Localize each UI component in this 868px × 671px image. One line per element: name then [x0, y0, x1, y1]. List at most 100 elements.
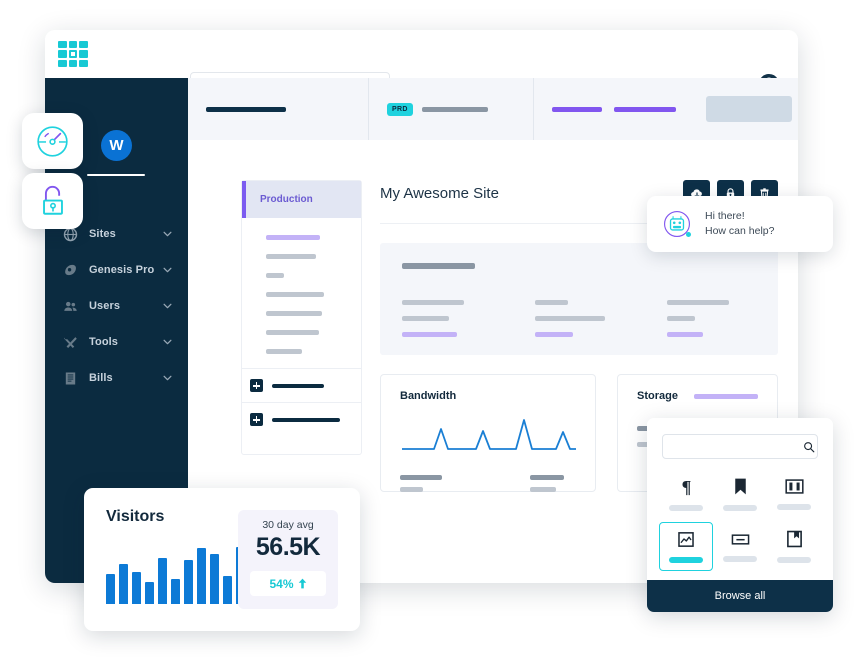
workspace-avatar[interactable]: W — [101, 130, 132, 161]
block-label-placeholder — [669, 556, 703, 563]
plus-icon — [250, 379, 263, 392]
tab-production[interactable]: Production — [242, 181, 361, 218]
metric-stat — [530, 475, 576, 499]
bar — [223, 576, 232, 604]
sidebar-item-bills[interactable]: Bills — [45, 360, 188, 396]
list-item[interactable] — [266, 311, 322, 316]
sidebar-nav: Sites Genesis Pro Users Tools Bills — [45, 216, 188, 396]
stat-value: 56.5K — [255, 533, 321, 561]
list-item[interactable] — [266, 349, 302, 354]
page-block[interactable] — [767, 522, 821, 571]
chevron-down-icon — [163, 231, 172, 237]
tab-production-label: Production — [260, 194, 313, 205]
add-environment-row[interactable] — [242, 402, 361, 436]
bookmark-icon — [734, 478, 746, 494]
robot-avatar-icon — [663, 210, 691, 238]
info-line — [534, 316, 605, 321]
visitors-stat-panel: 30 day avg 56.5K 54% — [238, 510, 338, 609]
button-block[interactable] — [713, 522, 767, 571]
info-line — [402, 316, 449, 321]
performance-card[interactable] — [22, 113, 83, 169]
visitors-card: Visitors 30 day avg 56.5K 54% — [84, 488, 360, 631]
metric-line — [400, 475, 442, 480]
paragraph-icon: ¶ — [681, 477, 691, 496]
columns-icon — [784, 478, 804, 494]
add-environment-row[interactable] — [242, 368, 361, 402]
sidebar-divider — [87, 174, 145, 176]
metric-line — [530, 475, 564, 480]
users-icon — [64, 301, 77, 311]
stat-label: 30 day avg — [262, 519, 314, 531]
paragraph-block[interactable]: ¶ — [659, 469, 713, 518]
plus-icon — [250, 413, 263, 426]
metric-line — [400, 487, 423, 492]
list-item[interactable] — [266, 235, 320, 240]
block-label-placeholder — [777, 557, 811, 563]
status-badge: PRD — [387, 102, 413, 116]
bar — [197, 548, 206, 604]
delta-value: 54% — [269, 576, 294, 591]
list-item[interactable] — [266, 330, 319, 335]
bills-icon — [65, 372, 76, 384]
unlocked-padlock-icon — [42, 185, 63, 215]
environment-panel: Production — [241, 180, 362, 455]
arrow-up-icon — [298, 578, 306, 589]
info-link[interactable] — [534, 332, 573, 337]
page-title: My Awesome Site — [380, 185, 499, 202]
block-search-input[interactable] — [671, 441, 803, 452]
sidebar-item-users[interactable]: Users — [45, 288, 188, 324]
chat-line-2: How can help? — [705, 225, 775, 237]
info-link[interactable] — [667, 332, 704, 337]
chat-widget[interactable]: Hi there! How can help? — [647, 196, 833, 252]
list-item[interactable] — [266, 254, 316, 259]
browse-all-button[interactable]: Browse all — [647, 580, 833, 612]
tab-overview[interactable] — [188, 78, 368, 140]
bar — [145, 582, 154, 604]
tab-placeholder-bar — [421, 106, 488, 112]
sidebar-item-genesis-pro[interactable]: Genesis Pro — [45, 252, 188, 288]
tab-placeholder-bar — [552, 106, 602, 112]
columns-block[interactable] — [767, 469, 821, 518]
speedometer-icon — [37, 125, 68, 157]
sidebar-item-tools[interactable]: Tools — [45, 324, 188, 360]
block-label-placeholder — [723, 504, 757, 511]
bar — [119, 564, 128, 604]
info-line — [402, 300, 464, 305]
tab-actions[interactable] — [533, 78, 798, 140]
sidebar-item-label: Tools — [89, 336, 119, 348]
block-search[interactable] — [662, 434, 818, 459]
bar — [132, 572, 141, 604]
block-label-placeholder — [669, 504, 703, 511]
info-column — [667, 300, 756, 337]
bar — [106, 574, 115, 604]
block-inserter-panel: ¶ Browse all — [647, 418, 833, 612]
bar — [184, 560, 193, 604]
info-column — [402, 300, 491, 337]
metric-title: Bandwidth — [400, 390, 457, 402]
metric-line — [530, 487, 556, 492]
info-line — [534, 300, 568, 305]
block-grid: ¶ — [647, 459, 833, 571]
online-status-dot — [686, 232, 691, 237]
tools-icon — [63, 335, 77, 348]
list-item[interactable] — [266, 273, 284, 278]
tab-environment[interactable]: PRD — [368, 78, 533, 140]
grid-logo-icon[interactable] — [58, 40, 88, 68]
info-link[interactable] — [402, 332, 457, 337]
bookmark-block[interactable] — [713, 469, 767, 518]
info-heading-placeholder — [402, 263, 475, 269]
chevron-down-icon — [163, 303, 172, 309]
image-block[interactable] — [659, 522, 713, 571]
site-info-card — [380, 243, 778, 355]
add-row-label — [272, 417, 340, 422]
genesis-pro-icon — [65, 264, 76, 275]
tab-ghost-button[interactable] — [706, 96, 792, 122]
svg-text:¶: ¶ — [681, 477, 691, 496]
list-item[interactable] — [266, 292, 324, 297]
sidebar-item-label: Sites — [89, 228, 116, 240]
chat-line-1: Hi there! — [705, 210, 745, 222]
security-card[interactable] — [22, 173, 83, 229]
environment-list — [242, 218, 361, 354]
metric-footer — [400, 475, 576, 499]
delta-badge: 54% — [250, 571, 326, 596]
